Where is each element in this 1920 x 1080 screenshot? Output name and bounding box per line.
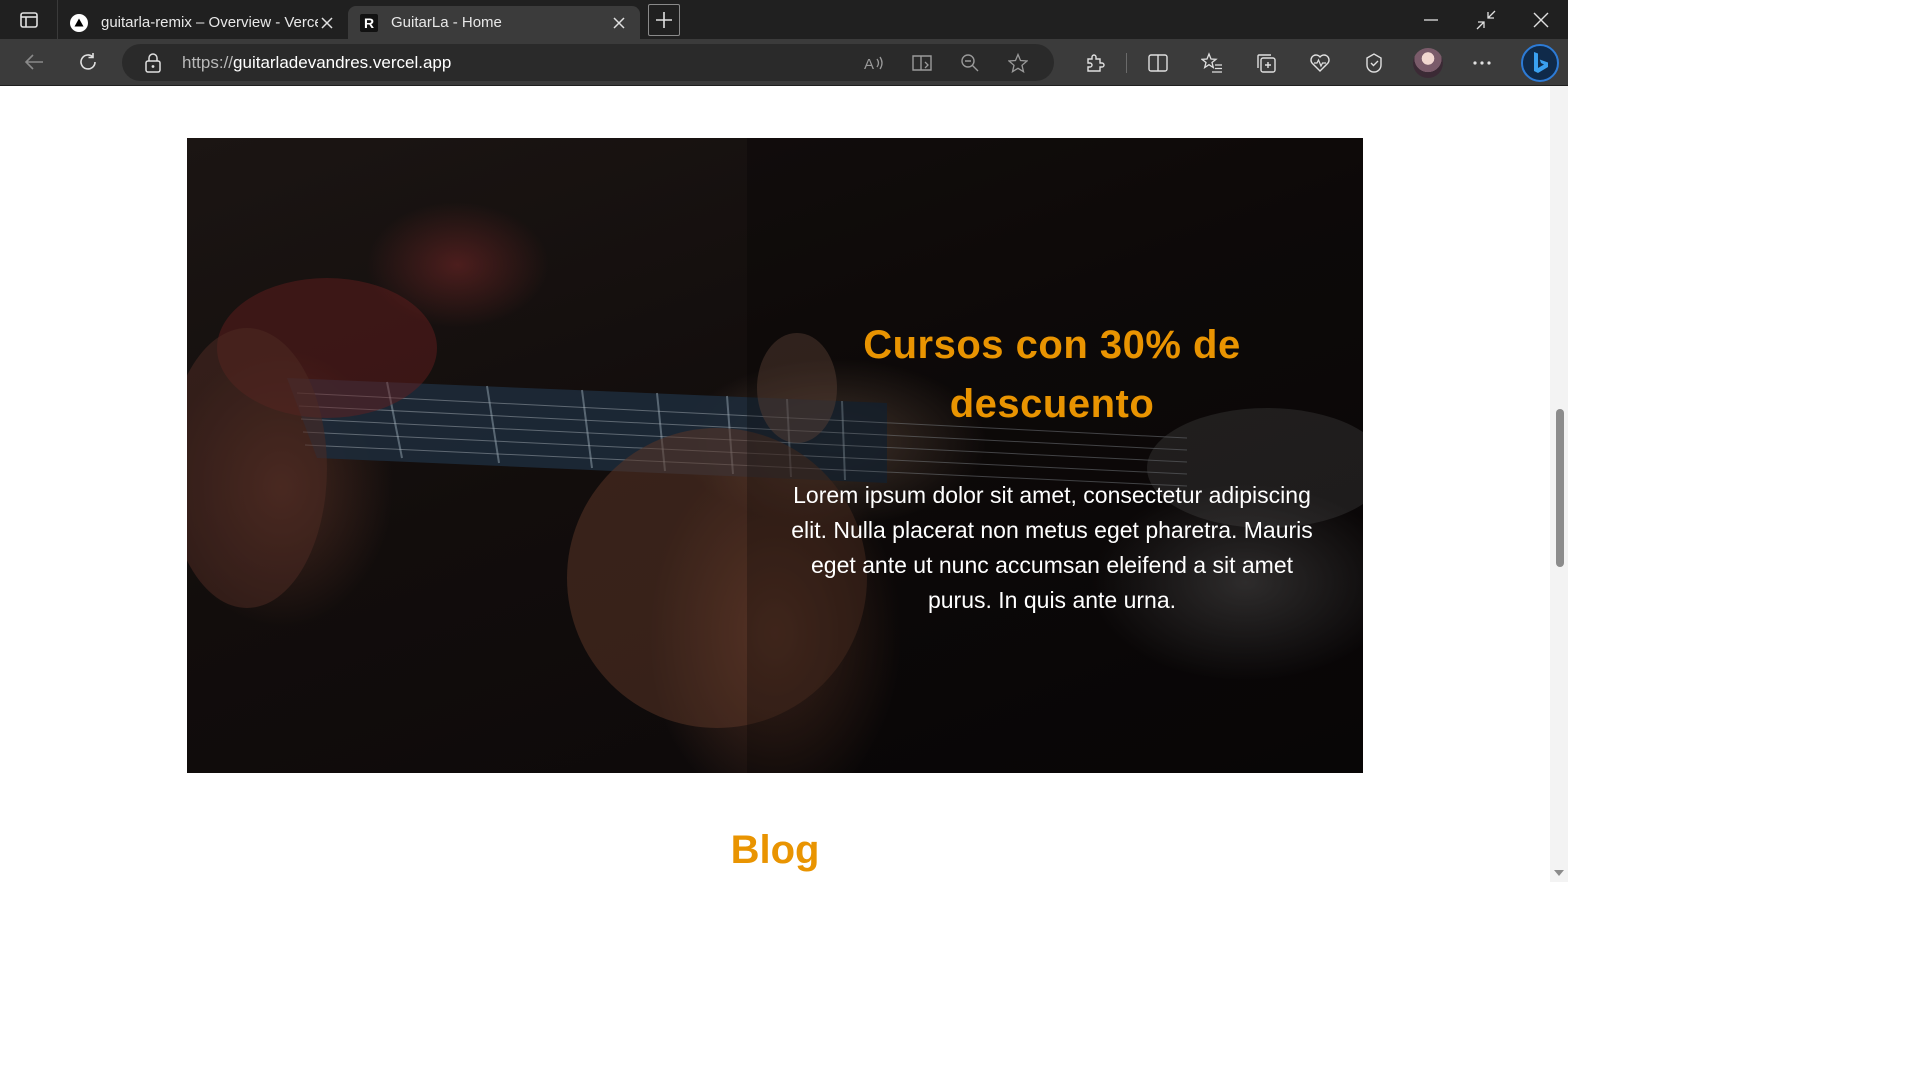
- performance-button[interactable]: [1347, 39, 1401, 86]
- svg-text:A: A: [864, 56, 874, 73]
- toolbar-extensions: [1068, 39, 1567, 86]
- bing-copilot-icon: [1521, 43, 1559, 82]
- close-window-button[interactable]: [1513, 0, 1568, 39]
- page-viewport: Cursos con 30% de descuento Lorem ipsum …: [0, 86, 1550, 882]
- refresh-button[interactable]: [70, 44, 106, 80]
- minimize-icon: [1423, 18, 1438, 21]
- immersive-reader-button[interactable]: [898, 44, 946, 81]
- scrollbar-thumb[interactable]: [1556, 409, 1564, 567]
- promo-description: Lorem ipsum dolor sit amet, consectetur …: [791, 482, 1313, 613]
- address-bar[interactable]: https://guitarladevandres.vercel.app A: [122, 44, 1054, 81]
- zoom-out-icon: [961, 53, 979, 71]
- refresh-icon: [80, 53, 96, 70]
- profile-button[interactable]: [1401, 39, 1455, 86]
- star-icon: [1008, 52, 1028, 73]
- performance-icon: [1366, 52, 1382, 73]
- copilot-button[interactable]: [1513, 39, 1567, 86]
- remix-r-icon: R: [360, 13, 378, 32]
- tab-actions-button[interactable]: [0, 0, 58, 39]
- read-aloud-button[interactable]: A: [850, 44, 898, 81]
- lock-icon[interactable]: [144, 52, 164, 73]
- heart-pulse-icon: [1310, 53, 1330, 72]
- blog-section-heading: Blog: [730, 828, 820, 872]
- browser-toolbar: https://guitarladevandres.vercel.app A: [0, 39, 1568, 86]
- tab-title: GuitarLa - Home: [391, 14, 502, 31]
- plus-icon: [656, 11, 672, 28]
- read-aloud-icon: A: [864, 56, 883, 73]
- vertical-scrollbar[interactable]: [1550, 86, 1568, 882]
- puzzle-icon: [1087, 53, 1105, 72]
- tab-vercel-overview[interactable]: guitarla-remix – Overview - Vercel: [58, 6, 348, 39]
- tab-title: guitarla-remix – Overview - Vercel: [101, 14, 318, 31]
- address-bar-actions: A: [850, 44, 1042, 81]
- course-promo-banner: Cursos con 30% de descuento Lorem ipsum …: [187, 138, 1363, 773]
- favorites-button[interactable]: [1185, 39, 1239, 86]
- collections-button[interactable]: [1239, 39, 1293, 86]
- promo-title: Cursos con 30% de descuento: [863, 323, 1241, 426]
- settings-more-button[interactable]: [1455, 39, 1509, 86]
- split-screen-icon: [1148, 53, 1168, 72]
- tab-guitarla-home[interactable]: R GuitarLa - Home: [348, 6, 640, 39]
- favorite-button[interactable]: [994, 44, 1042, 81]
- collections-icon: [1257, 53, 1276, 73]
- new-tab-button[interactable]: [648, 3, 680, 36]
- url-text[interactable]: https://guitarladevandres.vercel.app: [182, 53, 451, 73]
- split-screen-button[interactable]: [1131, 39, 1185, 86]
- close-tab-icon[interactable]: [610, 14, 628, 32]
- window-controls: [1403, 0, 1568, 39]
- zoom-button[interactable]: [946, 44, 994, 81]
- close-tab-icon[interactable]: [318, 14, 336, 32]
- close-icon: [1533, 12, 1548, 27]
- svg-text:R: R: [364, 15, 374, 31]
- tab-strip: guitarla-remix – Overview - Vercel R Gui…: [0, 0, 1568, 39]
- back-arrow-icon: [24, 54, 43, 70]
- restore-down-icon: [1476, 10, 1495, 29]
- url-scheme: https://: [182, 52, 234, 72]
- back-button[interactable]: [16, 44, 52, 80]
- url-host: guitarladevandres.vercel.app: [233, 52, 452, 72]
- promo-content: Cursos con 30% de descuento Lorem ipsum …: [777, 316, 1327, 618]
- favorites-list-icon: [1201, 51, 1222, 73]
- browser-essentials-button[interactable]: [1293, 39, 1347, 86]
- restore-button[interactable]: [1458, 0, 1513, 39]
- scroll-down-arrow-icon[interactable]: [1554, 870, 1564, 876]
- extensions-button[interactable]: [1068, 39, 1122, 86]
- toolbar-divider: [1126, 52, 1127, 73]
- minimize-button[interactable]: [1403, 0, 1458, 39]
- tab-actions-icon: [19, 11, 38, 28]
- immersive-reader-icon: [912, 54, 932, 71]
- vercel-triangle-icon: [70, 13, 88, 32]
- more-dots-icon: [1473, 60, 1491, 65]
- avatar: [1413, 47, 1443, 78]
